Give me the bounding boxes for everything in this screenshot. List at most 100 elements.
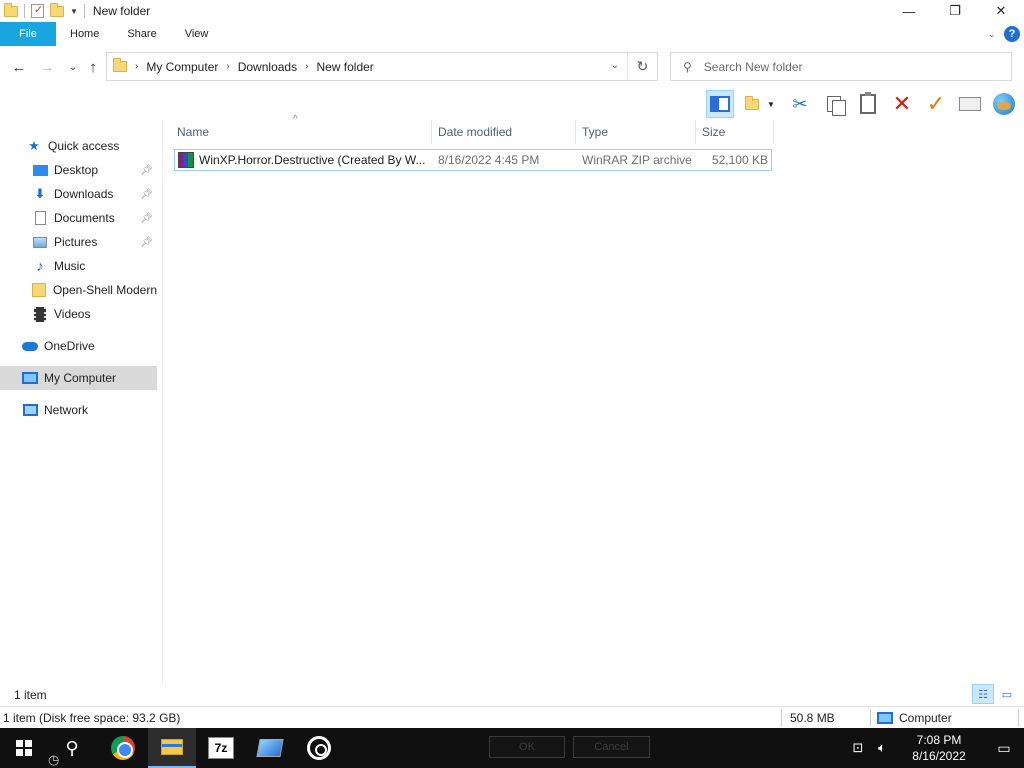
nav-music[interactable]: ♪ Music [0, 254, 157, 278]
pin-icon[interactable]: 📌︎ [140, 165, 153, 176]
column-header-name[interactable]: Name [171, 120, 432, 144]
app-window-icon [256, 739, 284, 757]
search-input[interactable] [703, 59, 984, 74]
nav-pictures[interactable]: Pictures 📌︎ [0, 230, 157, 254]
email-button[interactable] [956, 90, 984, 118]
status-location-label: Computer [899, 710, 952, 725]
ring-app-taskbar-button[interactable] [295, 728, 343, 768]
tab-view[interactable]: View [171, 22, 223, 46]
file-explorer-taskbar-button[interactable] [148, 728, 196, 768]
ghost-cancel-button[interactable]: Cancel [573, 736, 650, 758]
cut-button[interactable]: ✂ [786, 90, 814, 118]
nav-videos[interactable]: Videos [0, 302, 157, 326]
maximize-button[interactable]: ❐ [932, 0, 978, 22]
delete-x-icon: ✕ [892, 91, 912, 116]
nav-desktop[interactable]: Desktop 📌︎ [0, 158, 157, 182]
checkmark-icon: ✓ [926, 91, 946, 116]
column-header-type[interactable]: Type [576, 120, 696, 144]
classic-toolbar: ▼ ✂ ✕ ✓ [0, 88, 1024, 120]
delete-button[interactable]: ✕ [888, 90, 916, 118]
up-button[interactable]: ↑ [82, 56, 104, 78]
scissors-icon: ✂ [792, 93, 808, 114]
refresh-button[interactable]: ↻ [627, 53, 657, 80]
new-folder-icon[interactable] [50, 2, 64, 17]
tab-home[interactable]: Home [56, 22, 113, 46]
copy-icon [827, 96, 846, 116]
nav-documents[interactable]: Documents 📌︎ [0, 206, 157, 230]
classic-status-bar: 1 item (Disk free space: 93.2 GB) 50.8 M… [0, 706, 1024, 728]
chevron-right-icon[interactable]: › [135, 61, 138, 72]
nav-downloads[interactable]: ⬇ Downloads 📌︎ [0, 182, 157, 206]
nav-label: Downloads [54, 187, 114, 201]
system-tray: ⊡ 🔈︎ 7:08 PM 8/16/2022 ▭ [846, 728, 1024, 768]
properties-button[interactable]: ✓ [922, 90, 950, 118]
folder-icon [4, 2, 18, 17]
chrome-taskbar-button[interactable] [99, 728, 147, 768]
details-view-button[interactable]: ☷ [972, 684, 994, 704]
qat-separator [24, 4, 25, 18]
properties-icon[interactable] [31, 3, 44, 18]
recent-locations-icon[interactable]: ⌄ [62, 56, 84, 78]
nav-open-shell-modern[interactable]: Open-Shell Modern [0, 278, 157, 302]
nav-label: Pictures [54, 235, 98, 249]
address-row: ← → ⌄ ↑ › My Computer › Downloads › New … [0, 48, 1024, 86]
help-icon[interactable]: ? [1004, 26, 1020, 42]
action-center-button[interactable]: ▭ [984, 728, 1024, 768]
search-box[interactable]: ⚲ [670, 52, 1012, 81]
nav-network[interactable]: Network [0, 398, 157, 422]
nav-onedrive[interactable]: OneDrive [0, 334, 157, 358]
forward-button[interactable]: → [36, 56, 58, 78]
column-header-size[interactable]: Size [696, 120, 774, 144]
star-icon: ★ [28, 138, 40, 153]
file-size: 52,100 KB [711, 153, 768, 167]
breadcrumb-downloads[interactable]: Downloads [238, 60, 297, 74]
pin-icon[interactable]: 📌︎ [140, 189, 153, 200]
navigation-pane-button[interactable] [706, 90, 734, 118]
qat-dropdown-icon[interactable]: ▼ [70, 7, 78, 16]
start-button[interactable] [0, 728, 48, 768]
network-tray-icon[interactable]: ⊡ [846, 728, 870, 768]
paste-button[interactable] [854, 90, 882, 118]
pictures-icon [32, 234, 48, 250]
copy-button[interactable] [820, 90, 848, 118]
minimize-button[interactable]: — [886, 0, 932, 22]
title-bar: ▼ New folder — ❐ ✕ [0, 0, 1024, 22]
document-icon [32, 210, 48, 226]
folder-icon [113, 58, 127, 72]
nav-label: Desktop [54, 163, 99, 177]
address-bar[interactable]: › My Computer › Downloads › New folder ⌄… [106, 52, 658, 81]
chevron-right-icon[interactable]: › [305, 61, 308, 72]
large-icons-view-button[interactable]: ▭ [996, 684, 1018, 704]
file-name-cell[interactable]: WinXP.Horror.Destructive (Created By W..… [178, 150, 428, 170]
winrar-archive-icon [178, 152, 194, 168]
breadcrumb-new-folder[interactable]: New folder [316, 60, 373, 74]
shell-globe-icon [993, 93, 1015, 115]
7zip-taskbar-button[interactable]: 7z [197, 728, 245, 768]
properties-menu-button[interactable]: ▼ [740, 90, 780, 118]
pin-icon[interactable]: 📌︎ [140, 237, 153, 248]
folder-properties-icon [745, 95, 760, 110]
notification-icon: ▭ [997, 739, 1011, 756]
pin-icon[interactable]: 📌︎ [140, 213, 153, 224]
column-header-date[interactable]: Date modified [432, 120, 576, 144]
computer-icon [877, 711, 893, 724]
clock[interactable]: 7:08 PM 8/16/2022 [894, 728, 984, 768]
app-taskbar-button[interactable] [246, 728, 294, 768]
nav-quick-access[interactable]: ★ Quick access [0, 134, 157, 158]
status-bar: 1 item ☷ ▭ [0, 684, 1024, 706]
network-icon [22, 402, 38, 418]
chevron-right-icon[interactable]: › [226, 61, 229, 72]
tab-share[interactable]: Share [113, 22, 170, 46]
task-view-icon[interactable]: ◷ [48, 752, 59, 768]
tab-file[interactable]: File [0, 22, 56, 46]
back-button[interactable]: ← [8, 56, 30, 78]
close-button[interactable]: ✕ [978, 0, 1024, 22]
open-shell-settings-button[interactable] [990, 90, 1018, 118]
address-dropdown-icon[interactable]: ⌄ [611, 60, 619, 71]
file-row[interactable]: WinXP.Horror.Destructive (Created By W..… [174, 149, 772, 171]
nav-my-computer[interactable]: My Computer [0, 366, 157, 390]
volume-tray-icon[interactable]: 🔈︎ [870, 728, 894, 768]
breadcrumb-my-computer[interactable]: My Computer [146, 60, 218, 74]
expand-ribbon-icon[interactable]: ⌄ [988, 29, 996, 40]
ghost-ok-button[interactable]: OK [489, 736, 565, 758]
